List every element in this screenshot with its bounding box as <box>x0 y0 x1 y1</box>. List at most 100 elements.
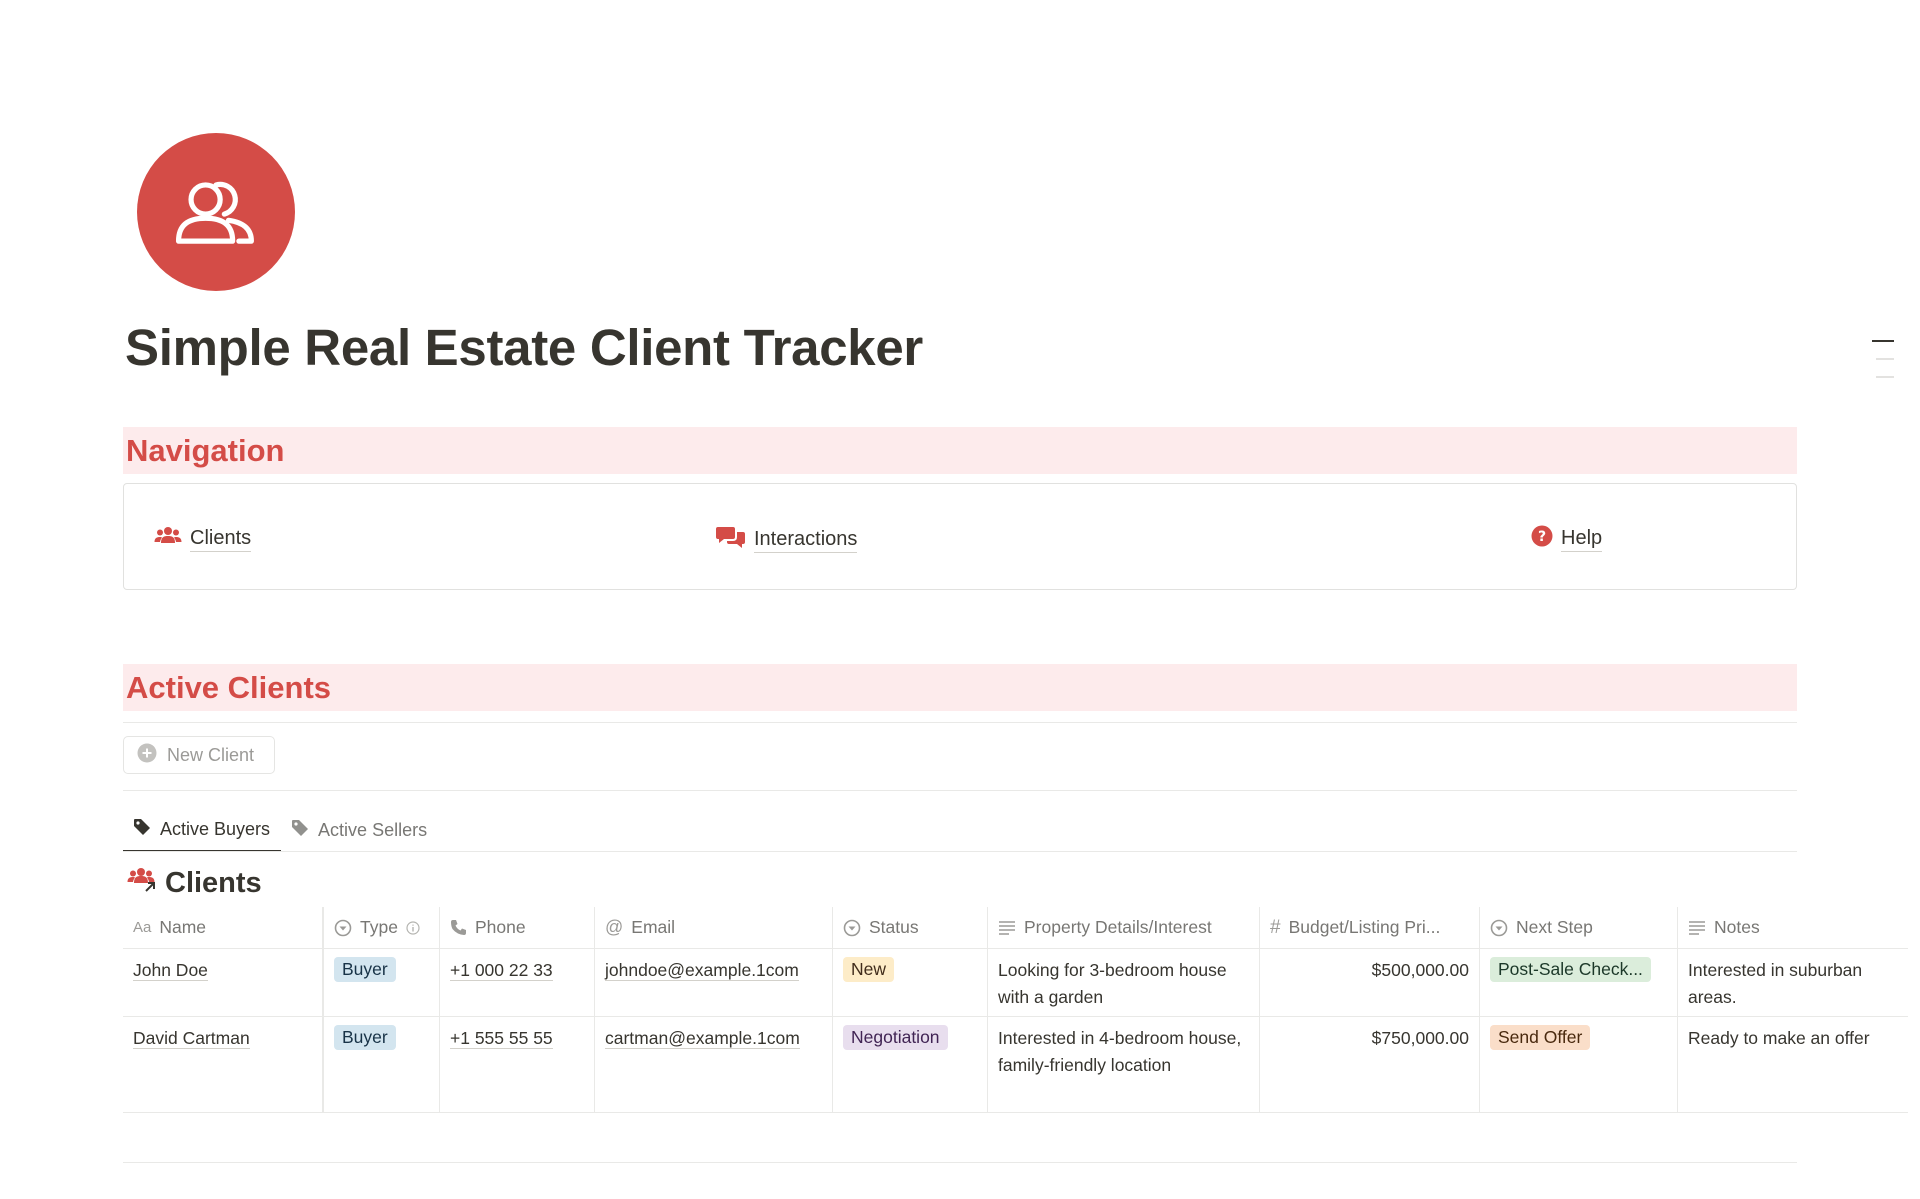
nav-link-label: Clients <box>190 527 252 552</box>
column-header-phone[interactable]: Phone <box>440 907 595 948</box>
cell-property[interactable]: Looking for 3-bedroom house with a garde… <box>988 949 1260 1016</box>
column-header-budget[interactable]: # Budget/Listing Pri... <box>1260 907 1480 948</box>
phone-icon <box>450 919 467 936</box>
tab-label: Active Buyers <box>160 818 271 839</box>
new-client-button[interactable]: New Client <box>123 736 275 774</box>
number-icon: # <box>1270 917 1281 938</box>
toc-line[interactable] <box>1876 358 1894 360</box>
column-header-label: Type <box>360 917 398 937</box>
database-title[interactable]: Clients <box>127 866 262 900</box>
nav-link-clients[interactable]: Clients <box>154 525 252 553</box>
select-icon <box>1490 919 1508 937</box>
cell-type[interactable]: Buyer <box>324 1017 440 1112</box>
column-header-label: Notes <box>1714 917 1760 937</box>
info-icon[interactable] <box>406 920 420 935</box>
table-of-contents[interactable] <box>1872 340 1894 394</box>
svg-text:?: ? <box>1538 529 1546 545</box>
divider <box>123 790 1797 791</box>
page-icon-users-icon[interactable] <box>137 133 295 291</box>
column-header-type[interactable]: Type <box>324 907 440 948</box>
toc-line[interactable] <box>1872 340 1894 342</box>
column-header-next-step[interactable]: Next Step <box>1480 907 1678 948</box>
cell-status[interactable]: New <box>833 949 988 1016</box>
chat-bubbles-icon <box>716 525 746 555</box>
table-header-row: Aa Name Type Phone @ Email Status Proper… <box>123 907 1908 949</box>
column-header-property[interactable]: Property Details/Interest <box>988 907 1260 948</box>
column-header-label: Email <box>631 917 676 937</box>
cell-next-step[interactable]: Post-Sale Check... <box>1480 949 1678 1016</box>
text-lines-icon <box>998 920 1016 936</box>
cell-next-step[interactable]: Send Offer <box>1480 1017 1678 1112</box>
type-tag: Buyer <box>334 957 396 982</box>
at-sign-icon: @ <box>605 917 624 937</box>
cell-notes[interactable]: Interested in suburban areas. <box>1678 949 1908 1016</box>
table-row[interactable]: John Doe Buyer +1 000 22 33 johndoe@exam… <box>123 949 1908 1017</box>
cell-name[interactable]: David Cartman <box>123 1017 324 1112</box>
column-header-label: Name <box>159 917 207 937</box>
plus-circle-icon <box>137 743 157 768</box>
tab-active-sellers[interactable]: Active Sellers <box>281 808 438 852</box>
nav-link-label: Help <box>1561 527 1603 552</box>
column-header-label: Status <box>869 917 919 937</box>
toc-line[interactable] <box>1876 376 1894 378</box>
column-header-name[interactable]: Aa Name <box>123 907 324 948</box>
text-lines-icon <box>1688 920 1706 936</box>
phone-link[interactable]: +1 000 22 33 <box>450 960 553 981</box>
column-header-label: Budget/Listing Pri... <box>1288 917 1441 937</box>
navigation-box: Clients Interactions ? Help <box>123 483 1797 590</box>
tab-label: Active Sellers <box>318 819 428 840</box>
cell-status[interactable]: Negotiation <box>833 1017 988 1112</box>
nav-link-interactions[interactable]: Interactions <box>716 525 858 555</box>
tag-icon <box>291 819 309 842</box>
client-name[interactable]: David Cartman <box>133 1028 250 1049</box>
table-row[interactable]: David Cartman Buyer +1 555 55 55 cartman… <box>123 1017 1908 1113</box>
question-circle-icon: ? <box>1531 525 1553 553</box>
database-title-text: Clients <box>165 866 262 899</box>
column-header-label: Next Step <box>1516 917 1593 937</box>
tag-icon <box>133 818 151 841</box>
cell-phone[interactable]: +1 555 55 55 <box>440 1017 595 1112</box>
column-header-label: Property Details/Interest <box>1024 917 1212 937</box>
cell-type[interactable]: Buyer <box>324 949 440 1016</box>
new-client-label: New Client <box>167 744 255 765</box>
users-link-icon <box>127 866 157 900</box>
divider <box>123 1162 1797 1163</box>
nav-link-help[interactable]: ? Help <box>1531 525 1603 553</box>
column-header-status[interactable]: Status <box>833 907 988 948</box>
navigation-heading: Navigation <box>123 427 1797 474</box>
users-icon <box>154 525 182 553</box>
next-step-tag: Send Offer <box>1490 1025 1591 1050</box>
active-clients-heading-text: Active Clients <box>126 669 332 705</box>
cell-property[interactable]: Interested in 4-bedroom house, family-fr… <box>988 1017 1260 1112</box>
view-tabs: Active Buyers Active Sellers <box>123 808 438 852</box>
column-header-label: Phone <box>475 917 526 937</box>
nav-link-label: Interactions <box>754 528 858 553</box>
cell-budget[interactable]: $750,000.00 <box>1260 1017 1480 1112</box>
text-type-icon: Aa <box>133 919 152 936</box>
divider <box>123 722 1797 723</box>
phone-link[interactable]: +1 555 55 55 <box>450 1028 553 1049</box>
type-tag: Buyer <box>334 1025 396 1050</box>
column-header-email[interactable]: @ Email <box>595 907 833 948</box>
client-name[interactable]: John Doe <box>133 960 208 981</box>
cell-notes[interactable]: Ready to make an offer <box>1678 1017 1908 1112</box>
cell-phone[interactable]: +1 000 22 33 <box>440 949 595 1016</box>
clients-table: Aa Name Type Phone @ Email Status Proper… <box>123 907 1908 1113</box>
active-clients-heading: Active Clients <box>123 664 1797 711</box>
select-icon <box>334 919 352 937</box>
cell-email[interactable]: cartman@example.1com <box>595 1017 833 1112</box>
column-header-notes[interactable]: Notes <box>1678 907 1908 948</box>
next-step-tag: Post-Sale Check... <box>1490 957 1651 982</box>
cell-name[interactable]: John Doe <box>123 949 324 1016</box>
select-icon <box>843 919 861 937</box>
tab-active-buyers[interactable]: Active Buyers <box>123 808 282 852</box>
cell-email[interactable]: johndoe@example.1com <box>595 949 833 1016</box>
page-title: Simple Real Estate Client Tracker <box>125 319 923 376</box>
status-tag: Negotiation <box>843 1025 948 1050</box>
email-link[interactable]: cartman@example.1com <box>605 1028 800 1049</box>
tabs-underline <box>123 851 1797 852</box>
navigation-heading-text: Navigation <box>126 432 285 468</box>
email-link[interactable]: johndoe@example.1com <box>605 960 799 981</box>
cell-budget[interactable]: $500,000.00 <box>1260 949 1480 1016</box>
status-tag: New <box>843 957 895 982</box>
